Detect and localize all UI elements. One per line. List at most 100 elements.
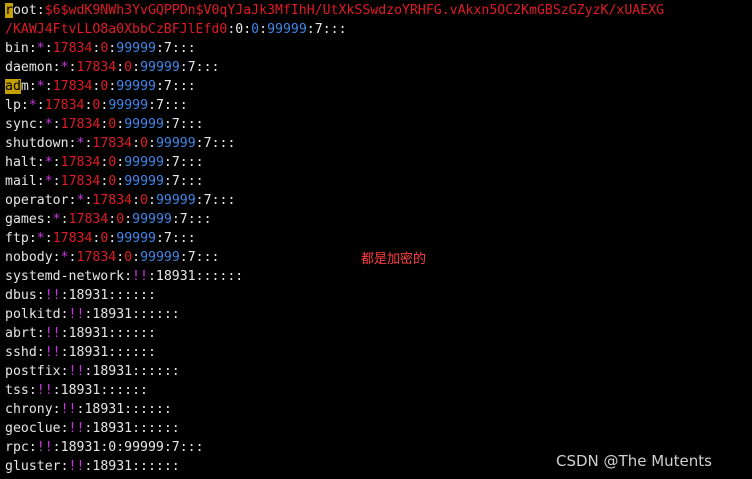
- trailing-fields: :::: [179, 155, 204, 170]
- max-days-field: 99999: [140, 60, 180, 75]
- warn-days-field: 7: [171, 155, 180, 170]
- max-days-field: 99999: [132, 212, 172, 227]
- last-change-field: 17834: [52, 79, 93, 94]
- last-change-field: 17834: [52, 41, 93, 56]
- shadow-entry-line: abrt:!!:18931::::::: [5, 326, 156, 341]
- trailing-fields: :::: [171, 41, 196, 56]
- password-field: !!: [44, 345, 61, 360]
- max-days-field: 99999: [155, 136, 196, 151]
- trailing-fields: :::: [163, 98, 188, 113]
- trailing-fields: :0:99999:7:::: [100, 440, 204, 455]
- password-field: !!: [68, 364, 85, 379]
- shadow-entry-line: shutdown:*:17834:0:99999:7:::: [5, 136, 236, 151]
- password-field: !!: [36, 383, 53, 398]
- search-highlight: ad: [5, 79, 21, 94]
- password-field: !!: [68, 459, 85, 474]
- trailing-fields: ::::::: [124, 402, 172, 417]
- max-days-field: 99999: [267, 22, 307, 37]
- shadow-entry-line: rpc:!!:18931:0:99999:7:::: [5, 440, 204, 455]
- warn-days-field: 7: [171, 117, 180, 132]
- shadow-entry-line: root:$6$wdK9NWh3YvGQPPDn$V0qYJaJk3MfIhH/…: [5, 3, 665, 18]
- last-change-field: 17834: [52, 231, 93, 246]
- trailing-fields: :::: [322, 22, 347, 37]
- max-days-field: 99999: [124, 155, 164, 170]
- password-field: *: [44, 117, 53, 132]
- shadow-entry-line: /KAWJ4FtvLLO8a0XbbCzBFJlEfd0:0:0:99999:7…: [5, 22, 347, 37]
- password-field: *: [36, 41, 45, 56]
- last-change-field: 18931: [60, 383, 101, 398]
- warn-days-field: 7: [203, 193, 212, 208]
- trailing-fields: ::::::: [132, 421, 180, 436]
- username: postfix: [5, 364, 61, 379]
- shadow-entry-line: halt:*:17834:0:99999:7:::: [5, 155, 204, 170]
- trailing-fields: :::: [187, 212, 212, 227]
- password-field: *: [44, 155, 53, 170]
- shadow-entry-line: bin:*:17834:0:99999:7:::: [5, 41, 196, 56]
- shadow-entry-line: games:*:17834:0:99999:7:::: [5, 212, 212, 227]
- terminal-window[interactable]: root:$6$wdK9NWh3YvGQPPDn$V0qYJaJk3MfIhH/…: [0, 0, 752, 479]
- shadow-entry-line: polkitd:!!:18931::::::: [5, 307, 180, 322]
- trailing-fields: ::::::: [132, 364, 180, 379]
- shadow-entry-line: mail:*:17834:0:99999:7:::: [5, 174, 204, 189]
- username: chrony: [5, 402, 53, 417]
- warn-days-field: 7: [187, 250, 196, 265]
- username: oot: [12, 3, 37, 18]
- username: gluster: [5, 459, 61, 474]
- username: nobody: [5, 250, 53, 265]
- shadow-entry-line: systemd-network:!!:18931::::::: [5, 269, 244, 284]
- max-days-field: 99999: [124, 117, 164, 132]
- trailing-fields: :::: [171, 231, 196, 246]
- max-days-field: 99999: [124, 174, 164, 189]
- warn-days-field: 7: [187, 60, 196, 75]
- trailing-fields: :::: [211, 136, 236, 151]
- password-field: *: [60, 250, 69, 265]
- warn-days-field: 7: [163, 231, 172, 246]
- warn-days-field: 7: [163, 79, 172, 94]
- min-days-field: 0: [140, 193, 148, 208]
- shadow-entry-line: ftp:*:17834:0:99999:7:::: [5, 231, 196, 246]
- shadow-entry-line: postfix:!!:18931::::::: [5, 364, 180, 379]
- warn-days-field: 7: [163, 41, 172, 56]
- username: ftp: [5, 231, 29, 246]
- last-change-field: 18931: [60, 440, 101, 455]
- last-change-field: 18931: [68, 345, 109, 360]
- username: operator: [5, 193, 69, 208]
- trailing-fields: :::: [179, 117, 204, 132]
- username: daemon: [5, 60, 53, 75]
- password-field: !!: [68, 307, 85, 322]
- last-change-field: 18931: [68, 326, 109, 341]
- last-change-field: 18931: [68, 288, 109, 303]
- password-field: !!: [44, 288, 61, 303]
- min-days-field: 0: [124, 60, 133, 75]
- trailing-fields: :::: [211, 193, 236, 208]
- last-change-field: 18931: [92, 307, 133, 322]
- password-field: *: [44, 174, 53, 189]
- password-field: *: [52, 212, 61, 227]
- shadow-entry-line: nobody:*:17834:0:99999:7:::: [5, 250, 220, 265]
- shadow-entry-line: operator:*:17834:0:99999:7:::: [5, 193, 236, 208]
- username: bin: [5, 41, 29, 56]
- trailing-fields: :::: [195, 60, 220, 75]
- trailing-fields: ::::::: [195, 269, 244, 284]
- warn-days-field: 7: [203, 136, 212, 151]
- last-change-field: 17834: [60, 117, 101, 132]
- last-change-field: 17834: [92, 136, 133, 151]
- username: mail: [5, 174, 37, 189]
- password-field: !!: [132, 269, 148, 284]
- username: dbus: [5, 288, 37, 303]
- last-change-field: 18931: [92, 459, 133, 474]
- password-field: *: [60, 60, 69, 75]
- last-change-field: 18931: [92, 364, 133, 379]
- shadow-entry-line: sshd:!!:18931::::::: [5, 345, 156, 360]
- username: abrt: [5, 326, 37, 341]
- last-change-field: 18931: [92, 421, 133, 436]
- shadow-entry-line: geoclue:!!:18931::::::: [5, 421, 180, 436]
- warn-days-field: 7: [314, 22, 323, 37]
- max-days-field: 99999: [108, 98, 149, 113]
- password-field: *: [36, 79, 45, 94]
- min-days-field: 0: [124, 250, 133, 265]
- last-change-field: 17834: [92, 193, 133, 208]
- trailing-fields: :::: [171, 79, 196, 94]
- trailing-fields: ::::::: [132, 307, 180, 322]
- trailing-fields: ::::::: [108, 326, 156, 341]
